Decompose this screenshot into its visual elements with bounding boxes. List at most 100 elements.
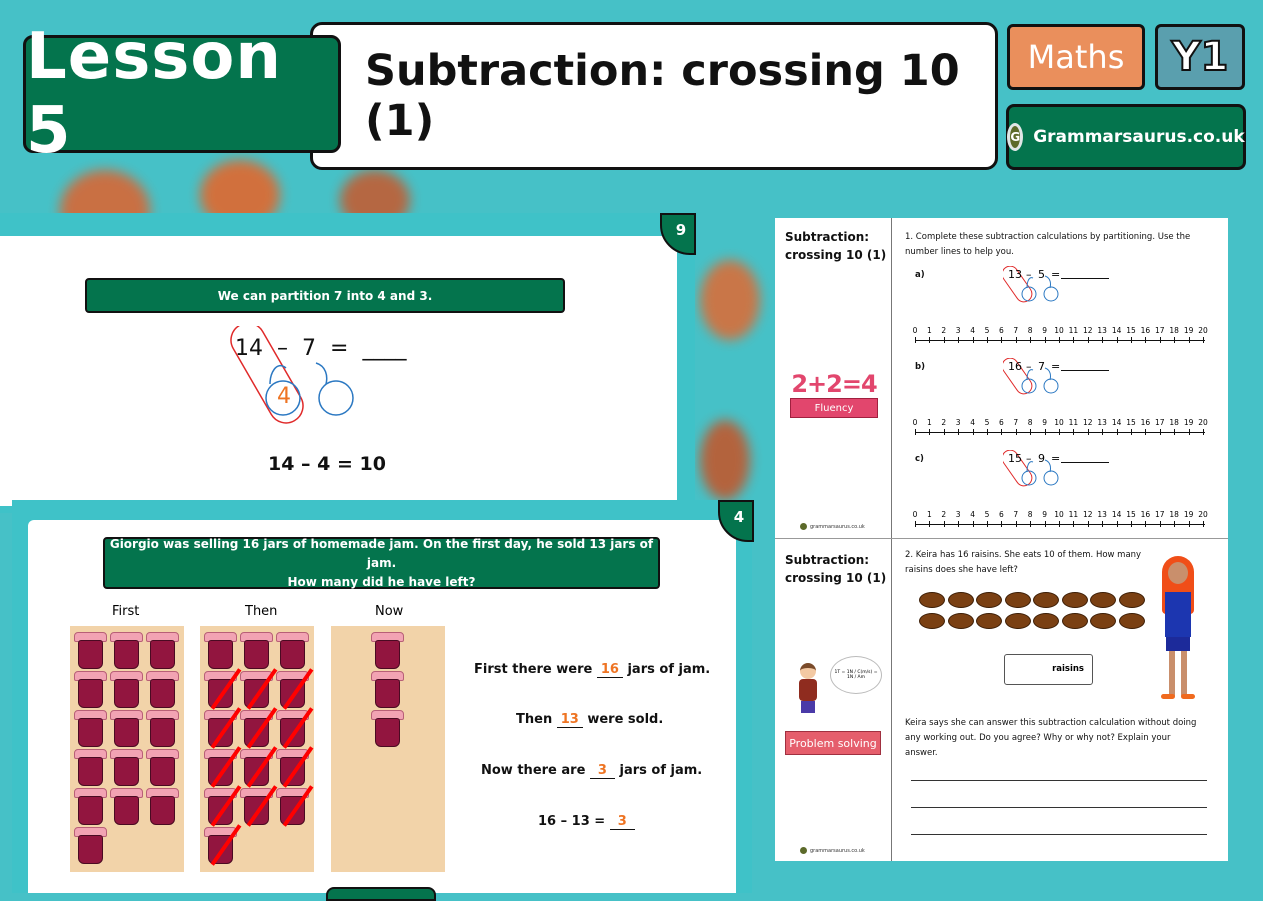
title-line: Subtraction: bbox=[785, 230, 870, 244]
tick-label: 17 bbox=[1155, 418, 1165, 427]
jam-jar-icon bbox=[276, 707, 314, 749]
tick-mark bbox=[1073, 521, 1075, 527]
answer-line-1[interactable] bbox=[911, 780, 1207, 781]
jam-jar-icon bbox=[74, 827, 107, 864]
jam-jar-icon bbox=[371, 632, 404, 669]
tick-mark bbox=[1188, 429, 1190, 435]
raisin-icon bbox=[1090, 613, 1116, 629]
next-button-partial[interactable] bbox=[326, 887, 436, 901]
tick-mark bbox=[1044, 337, 1046, 343]
subtrahend: 7 bbox=[1038, 360, 1045, 373]
year-badge: Y1 bbox=[1155, 24, 1245, 90]
equals: = bbox=[1051, 360, 1061, 373]
tick-label: 16 bbox=[1140, 418, 1151, 427]
subject-badge: Maths bbox=[1007, 24, 1145, 90]
tick-label: 4 bbox=[970, 418, 975, 427]
section-1-title: Subtraction: crossing 10 (1) bbox=[785, 228, 886, 264]
tick-label: 13 bbox=[1097, 510, 1107, 519]
sentence-first: First there were 16 jars of jam. bbox=[474, 662, 710, 678]
tick-label: 11 bbox=[1068, 510, 1079, 519]
fluency-equation: 2+2=4 bbox=[791, 370, 877, 398]
tick-label: 19 bbox=[1183, 510, 1194, 519]
number-line: 0 1 2 3 4 5 6 7 8 9 10 11 12 13 14 15 16 17 18 19 20 bbox=[912, 510, 1208, 530]
tick-mark bbox=[943, 521, 945, 527]
tick-label: 15 bbox=[1126, 510, 1136, 519]
fluency-badge: 2+2=4 Fluency bbox=[790, 370, 878, 418]
tick-mark bbox=[1131, 337, 1132, 343]
tick-mark bbox=[1159, 429, 1161, 435]
tick-label: 18 bbox=[1169, 510, 1179, 519]
operator: – bbox=[1026, 452, 1032, 465]
tick-label: 18 bbox=[1169, 418, 1179, 427]
tick-mark bbox=[929, 521, 931, 527]
worksheet-column-divider bbox=[891, 218, 892, 861]
fluency-label: Fluency bbox=[790, 398, 878, 418]
sentence-text: were sold. bbox=[582, 712, 664, 727]
sentence-now: Now there are 3 jars of jam. bbox=[481, 763, 702, 779]
tick-mark bbox=[1188, 337, 1190, 343]
tick-mark bbox=[1030, 429, 1032, 435]
tick-label: 5 bbox=[984, 418, 990, 427]
column-label-then: Then bbox=[245, 604, 278, 619]
answer-blank[interactable] bbox=[1061, 452, 1109, 463]
question-label: a) bbox=[915, 270, 925, 280]
tick-label: 17 bbox=[1155, 326, 1165, 335]
number-line: 0 1 2 3 4 5 6 7 8 9 10 11 12 13 14 15 16 17 18 19 20 bbox=[913, 326, 1208, 346]
tick-label: 10 bbox=[1054, 326, 1064, 335]
sentence-text: First there were bbox=[474, 662, 597, 677]
tick-label: 0 bbox=[912, 510, 918, 519]
tick-mark bbox=[1174, 429, 1176, 435]
tick-mark bbox=[987, 429, 988, 435]
tick-label: 11 bbox=[1068, 326, 1079, 335]
brand-link[interactable]: G Grammarsaurus.co.uk bbox=[1006, 104, 1246, 170]
tick-label: 3 bbox=[955, 510, 961, 519]
tick-mark bbox=[1087, 429, 1089, 435]
tick-label: 5 bbox=[984, 510, 990, 519]
jam-jar-icon bbox=[204, 668, 242, 710]
raisin-icon bbox=[1061, 592, 1088, 608]
tick-label: 2 bbox=[941, 510, 947, 519]
raisins-answer-box[interactable]: raisins bbox=[1004, 654, 1093, 685]
tick-mark bbox=[1203, 337, 1204, 343]
answer-blank[interactable] bbox=[1061, 360, 1109, 371]
answer-line-2[interactable] bbox=[911, 807, 1207, 808]
raisin-icon bbox=[919, 592, 945, 608]
tick-mark bbox=[929, 429, 931, 435]
tick-mark bbox=[958, 429, 960, 435]
answer-line-3[interactable] bbox=[911, 834, 1207, 835]
tick-label: 6 bbox=[999, 418, 1004, 427]
raisin-icon bbox=[1118, 592, 1145, 608]
tick-label: 3 bbox=[955, 418, 961, 427]
answer-blank[interactable] bbox=[1061, 268, 1109, 279]
tick-label: 19 bbox=[1183, 418, 1194, 427]
slide-9-result: 14 – 4 = 10 bbox=[268, 453, 386, 475]
slide-9: We can partition 7 into 4 and 3. 14 – 7 … bbox=[0, 236, 677, 506]
tick-mark bbox=[1087, 337, 1089, 343]
number-line: 0 1 2 3 4 5 6 7 8 9 10 11 12 13 14 15 16 17 18 19 20 bbox=[912, 418, 1208, 438]
footer-text: grammarsaurus.co.uk bbox=[810, 847, 865, 854]
raisin-icon bbox=[919, 613, 945, 629]
tick-label: 0 bbox=[912, 418, 918, 427]
section-1-footer: grammarsaurus.co.uk bbox=[800, 523, 865, 530]
tick-mark bbox=[972, 521, 974, 527]
raisin-icon bbox=[1090, 592, 1116, 608]
jam-jar-icon bbox=[74, 788, 107, 825]
tick-mark bbox=[1102, 429, 1104, 435]
tick-mark bbox=[1145, 521, 1147, 527]
tick-mark bbox=[943, 337, 945, 343]
tick-label: 17 bbox=[1155, 510, 1165, 519]
tick-mark bbox=[1203, 429, 1204, 435]
partition-branch-right bbox=[315, 362, 328, 385]
tick-label: 8 bbox=[1027, 510, 1033, 519]
equation-operator: – bbox=[277, 336, 288, 361]
lesson-label: Lesson 5 bbox=[26, 20, 282, 168]
worksheet-section-divider bbox=[775, 538, 1228, 539]
jam-jar-icon bbox=[74, 710, 107, 747]
tick-label: 5 bbox=[984, 326, 990, 335]
question-equation: 16 – 7 = bbox=[1003, 358, 1113, 398]
tick-mark bbox=[1044, 521, 1046, 527]
tick-mark bbox=[1116, 521, 1118, 527]
tick-mark bbox=[1131, 521, 1132, 527]
tick-mark bbox=[972, 429, 974, 435]
jam-jar-icon bbox=[110, 671, 143, 708]
